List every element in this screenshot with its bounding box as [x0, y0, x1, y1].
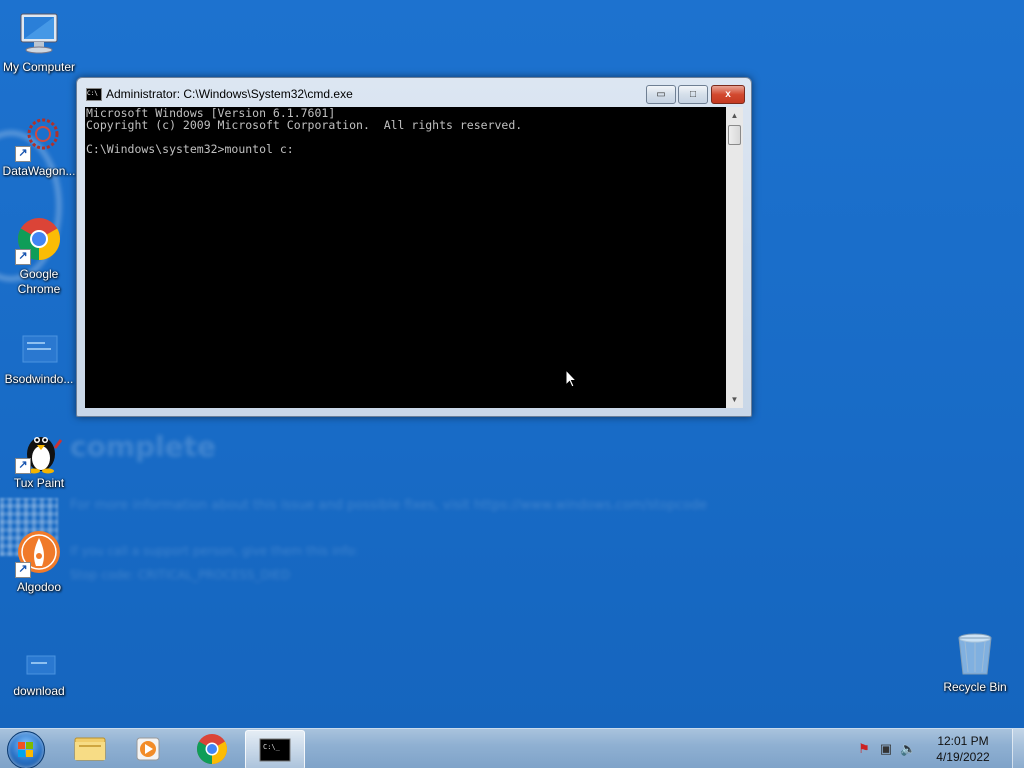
taskbar-cmd-button[interactable]: C:\_ — [245, 730, 305, 768]
clock-time: 12:01 PM — [937, 734, 989, 748]
algodoo-icon: ↗ — [15, 530, 63, 578]
console-output[interactable]: Microsoft Windows [Version 6.1.7601] Cop… — [85, 107, 726, 408]
title-bar[interactable]: C:\ Administrator: C:\Windows\System32\c… — [77, 78, 751, 106]
desktop-icon-label: Google Chrome — [17, 267, 61, 296]
desktop-icon-bsodwindows[interactable]: Bsodwindo... — [1, 322, 77, 387]
action-center-flag-icon[interactable]: ⚑ — [856, 741, 872, 757]
clock[interactable]: 12:01 PM 4/19/2022 — [928, 733, 998, 765]
close-button[interactable]: x — [711, 85, 745, 104]
windows-logo-icon — [18, 742, 33, 757]
console-prompt-line: C:\Windows\system32>mountol c: — [86, 142, 294, 156]
network-icon[interactable]: ▣ — [878, 741, 894, 757]
desktop-icon-label: Algodoo — [16, 580, 62, 594]
shortcut-arrow-icon: ↗ — [15, 562, 31, 578]
maximize-icon: □ — [689, 89, 697, 100]
desktop-icon-label: download — [13, 684, 65, 698]
tux-paint-icon: ↗ — [15, 426, 63, 474]
desktop-icon-download[interactable]: download — [1, 634, 77, 699]
console-line: Copyright (c) 2009 Microsoft Corporation… — [86, 118, 523, 132]
taskbar-chrome-button[interactable] — [183, 730, 241, 768]
computer-icon — [15, 10, 63, 58]
chrome-icon — [196, 734, 228, 764]
desktop-icon-tux-paint[interactable]: ↗ Tux Paint — [1, 426, 77, 491]
volume-icon[interactable]: 🔈 — [900, 741, 916, 757]
desktop-icon-datawagon[interactable]: ↗ DataWagon... — [1, 114, 77, 179]
explorer-icon — [74, 737, 106, 761]
svg-text:C:\_: C:\_ — [263, 743, 281, 751]
desktop-icon-label: Recycle Bin — [943, 680, 1007, 694]
desktop-icon-algodoo[interactable]: ↗ Algodoo — [1, 530, 77, 595]
desktop-icon-recycle-bin[interactable]: Recycle Bin — [937, 630, 1013, 695]
maximize-button[interactable]: □ — [678, 85, 708, 104]
datawagon-icon: ↗ — [15, 114, 63, 162]
wallpaper-line-1: For more information about this issue an… — [70, 498, 708, 513]
minimize-button[interactable]: ▭ — [646, 85, 676, 104]
clock-date: 4/19/2022 — [936, 750, 990, 764]
taskbar-media-player-button[interactable] — [120, 730, 178, 768]
wallpaper-line-2: If you call a support person, give them … — [70, 544, 359, 558]
taskbar-explorer-button[interactable] — [60, 730, 118, 768]
desktop-icon-label: Tux Paint — [13, 476, 65, 490]
shortcut-arrow-icon: ↗ — [15, 146, 31, 162]
cmd-window[interactable]: C:\ Administrator: C:\Windows\System32\c… — [76, 77, 752, 417]
scroll-thumb[interactable] — [728, 125, 741, 145]
desktop-icon-label: Bsodwindo... — [4, 372, 74, 386]
recycle-bin-icon — [951, 630, 999, 678]
desktop-icon-label: My Computer — [2, 60, 76, 74]
show-desktop-button[interactable] — [1012, 729, 1024, 768]
desktop-icon-my-computer[interactable]: My Computer — [1, 10, 77, 75]
folder-icon — [15, 634, 63, 682]
wallpaper-line-3: Stop code: CRITICAL_PROCESS_DIED — [70, 568, 291, 582]
system-tray: ⚑ ▣ 🔈 12:01 PM 4/19/2022 — [852, 729, 1012, 768]
desktop: complete For more information about this… — [0, 0, 1024, 728]
shortcut-arrow-icon: ↗ — [15, 458, 31, 474]
media-player-icon — [136, 737, 160, 761]
wallpaper-headline: complete — [70, 430, 217, 463]
start-button[interactable] — [7, 731, 45, 768]
chrome-icon: ↗ — [15, 217, 63, 265]
desktop-icon-google-chrome[interactable]: ↗ Google Chrome — [1, 217, 77, 297]
scroll-up-icon[interactable]: ▲ — [726, 107, 743, 124]
desktop-icon-label: DataWagon... — [2, 164, 76, 178]
vertical-scrollbar[interactable]: ▲ ▼ — [726, 107, 743, 408]
scroll-down-icon[interactable]: ▼ — [726, 391, 743, 408]
shortcut-arrow-icon: ↗ — [15, 249, 31, 265]
close-icon: x — [725, 89, 731, 100]
cmd-icon: C:\ — [86, 88, 102, 101]
minimize-icon: ▭ — [656, 89, 666, 100]
window-title: Administrator: C:\Windows\System32\cmd.e… — [106, 87, 353, 101]
bsod-icon — [15, 322, 63, 370]
taskbar: C:\_ ⚑ ▣ 🔈 12:01 PM 4/19/2022 — [0, 728, 1024, 768]
cmd-icon: C:\_ — [259, 738, 291, 762]
